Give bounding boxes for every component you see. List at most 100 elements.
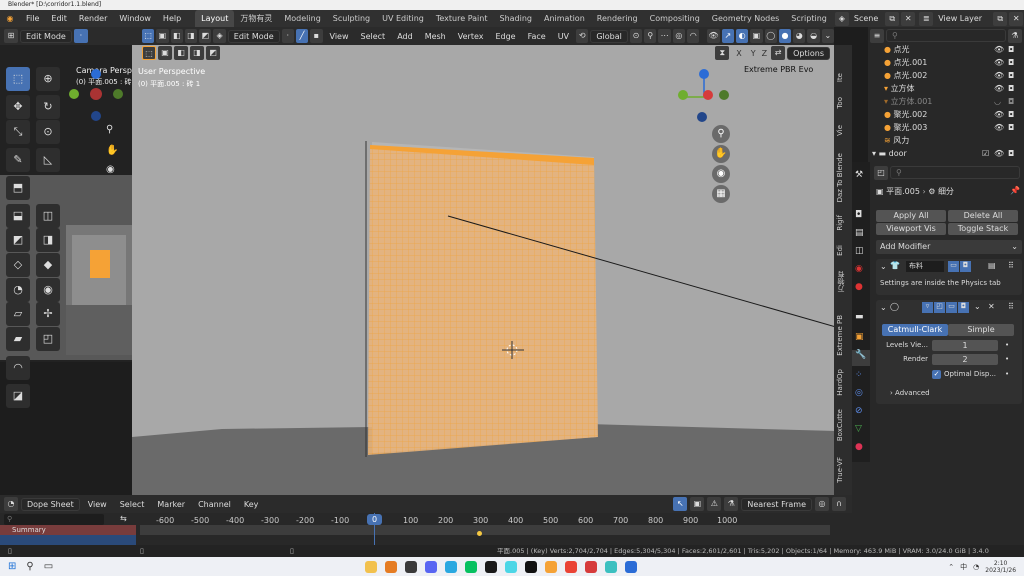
delete-view-layer-icon[interactable]: ✕ <box>1009 11 1024 26</box>
particles-props-icon[interactable]: ⁘ <box>855 370 863 380</box>
timeline-menu-select[interactable]: Select <box>115 500 150 509</box>
add-cube-icon[interactable]: ⬒ <box>6 176 30 200</box>
channel-search[interactable]: ⚲ <box>4 514 104 525</box>
navigation-gizmo[interactable] <box>672 65 732 125</box>
keyframe-marker[interactable] <box>477 531 482 536</box>
tab-extreme-pbr[interactable]: Extreme PB <box>836 315 850 356</box>
falloff-icon[interactable]: ◠ <box>687 29 700 43</box>
outliner-row[interactable]: ● 聚光.002 👁 ◘ <box>868 108 1024 121</box>
spin-icon[interactable]: ◔ <box>6 278 30 302</box>
poly-build-icon[interactable]: ◆ <box>36 253 60 277</box>
zoom-icon[interactable]: ⚲ <box>712 125 730 143</box>
face-mode-icon[interactable]: ▪ <box>310 29 323 43</box>
cloth-name-field[interactable]: 布料 <box>906 261 944 272</box>
app-icon-10[interactable] <box>544 560 557 573</box>
smooth-icon[interactable]: ◉ <box>36 278 60 302</box>
viewport-vis-button[interactable]: Viewport Vis <box>876 223 946 235</box>
camera-nav-gizmo[interactable] <box>66 64 126 124</box>
knife-icon[interactable]: ◇ <box>6 253 30 277</box>
outliner-search[interactable]: ⚲ <box>886 29 1006 42</box>
timeline-menu-channel[interactable]: Channel <box>193 500 236 509</box>
tab-wanwu-side[interactable]: 万物有 <box>836 271 850 292</box>
app-icon-7[interactable] <box>484 560 497 573</box>
timeline-editor-icon[interactable]: ◔ <box>4 497 18 511</box>
wps-icon[interactable] <box>584 560 597 573</box>
select-subtract-icon[interactable]: ◨ <box>184 29 198 43</box>
search-icon[interactable]: ⚲ <box>26 561 33 572</box>
tab-edit[interactable]: Edi <box>836 245 850 256</box>
subsurf-editmode-icon[interactable]: ▿ <box>922 302 933 313</box>
camera-icon[interactable]: ◘ <box>1008 121 1014 134</box>
cloth-menu-icon[interactable]: ▤ <box>988 261 996 270</box>
scene-icon[interactable]: ◈ <box>834 11 849 26</box>
camera-icon[interactable]: ◘ <box>1008 43 1014 56</box>
eye-icon[interactable]: 👁 <box>994 82 1004 95</box>
menu-render[interactable]: Render <box>73 10 113 27</box>
proportional-icon[interactable]: ◎ <box>815 497 829 511</box>
outliner-row[interactable]: ● 点光.002 👁 ◘ <box>868 69 1024 82</box>
scene-props-icon[interactable]: ◉ <box>855 264 863 274</box>
chrome-icon[interactable] <box>564 560 577 573</box>
transform-orientation-icon[interactable]: ⟲ <box>576 29 589 43</box>
subsurf-collapse-icon[interactable]: ⌄ <box>880 303 887 312</box>
tab-tool[interactable]: Too <box>836 97 850 109</box>
menu-edge[interactable]: Edge <box>490 32 520 41</box>
menu-face[interactable]: Face <box>523 32 551 41</box>
subsurf-remove-icon[interactable]: ✕ <box>988 302 995 311</box>
optimal-keyframe-dot[interactable]: • <box>1005 370 1009 378</box>
pivot-icon[interactable]: ⊙ <box>629 29 643 43</box>
simple-tab[interactable]: Simple <box>948 324 1014 336</box>
outliner-row[interactable]: ▾ 立方体 👁 ◘ <box>868 82 1024 95</box>
start-icon[interactable]: ⊞ <box>8 561 16 572</box>
output-props-icon[interactable]: ▤ <box>855 228 864 238</box>
camera-icon[interactable]: ◘ <box>1008 95 1014 108</box>
extrude-icon[interactable]: ⬓ <box>6 204 30 228</box>
outliner-row[interactable]: ▾ ▬ door ☑ 👁 ◘ <box>868 147 1024 160</box>
outliner-row[interactable]: ● 点光 👁 ◘ <box>868 43 1024 56</box>
shear-icon[interactable]: ▰ <box>6 327 30 351</box>
timeline-menu-view[interactable]: View <box>83 500 112 509</box>
ime-indicator[interactable]: 中 <box>960 562 967 572</box>
material-shading-icon[interactable]: ◕ <box>793 29 806 43</box>
summary-channel[interactable]: Summary <box>0 525 136 535</box>
render-props-icon[interactable]: ◘ <box>855 210 862 220</box>
menu-view[interactable]: View <box>325 32 354 41</box>
camera-icon[interactable]: ◘ <box>1008 108 1014 121</box>
falloff-curve-icon[interactable]: ∩ <box>832 497 846 511</box>
camera-icon[interactable]: ◘ <box>1008 147 1014 160</box>
outliner-filter-icon[interactable]: ≡ <box>870 29 884 43</box>
discord-icon[interactable] <box>424 560 437 573</box>
snap-mode-dropdown[interactable]: Nearest Frame <box>741 497 812 511</box>
view-layer-name[interactable]: View Layer <box>933 14 993 23</box>
toggle-stack-button[interactable]: Toggle Stack <box>948 223 1018 235</box>
menu-edit[interactable]: Edit <box>45 10 73 27</box>
tray-icons[interactable]: ⌃ <box>948 563 954 571</box>
tab-rigify[interactable]: Rigif <box>836 215 850 231</box>
axis-x-toggle[interactable]: X <box>731 49 746 58</box>
camera-icon[interactable]: ◘ <box>1008 56 1014 69</box>
tab-compositing[interactable]: Compositing <box>644 10 706 27</box>
select-extend-icon[interactable]: ◧ <box>170 29 183 43</box>
frame-ruler[interactable]: -600 -500 -400 -300 -200 -100 0 100 200 … <box>140 514 830 528</box>
cloth-display-icon[interactable]: ▭ <box>948 261 959 272</box>
rip-icon[interactable]: ◰ <box>36 327 60 351</box>
cloth-render-icon[interactable]: ◘ <box>960 261 971 272</box>
apply-all-button[interactable]: Apply All <box>876 210 946 222</box>
eye-icon[interactable]: 👁 <box>994 43 1004 56</box>
select-diff-icon[interactable]: ◩ <box>206 46 220 60</box>
xray-icon[interactable]: ▣ <box>750 29 763 43</box>
overlay-icon[interactable]: ◐ <box>735 29 749 43</box>
eye-icon[interactable]: 👁 <box>994 56 1004 69</box>
cursor-icon[interactable]: ⊕ <box>36 67 60 91</box>
constraints-props-icon[interactable]: ⊘ <box>855 406 863 416</box>
scale-icon[interactable]: ⤡ <box>6 120 30 144</box>
options-dropdown[interactable]: Options <box>787 46 830 60</box>
cam-mode-dropdown[interactable]: Edit Mode <box>20 29 72 43</box>
edge-icon[interactable] <box>604 560 617 573</box>
gizmo-icon[interactable]: ↗ <box>721 29 734 43</box>
scene-name[interactable]: Scene <box>849 14 883 23</box>
tab-geometry-nodes[interactable]: Geometry Nodes <box>706 10 785 27</box>
menu-mesh[interactable]: Mesh <box>420 32 451 41</box>
eye-icon[interactable]: 👁 <box>994 121 1004 134</box>
render-engine-label[interactable]: Extreme PBR Evo <box>744 65 813 74</box>
